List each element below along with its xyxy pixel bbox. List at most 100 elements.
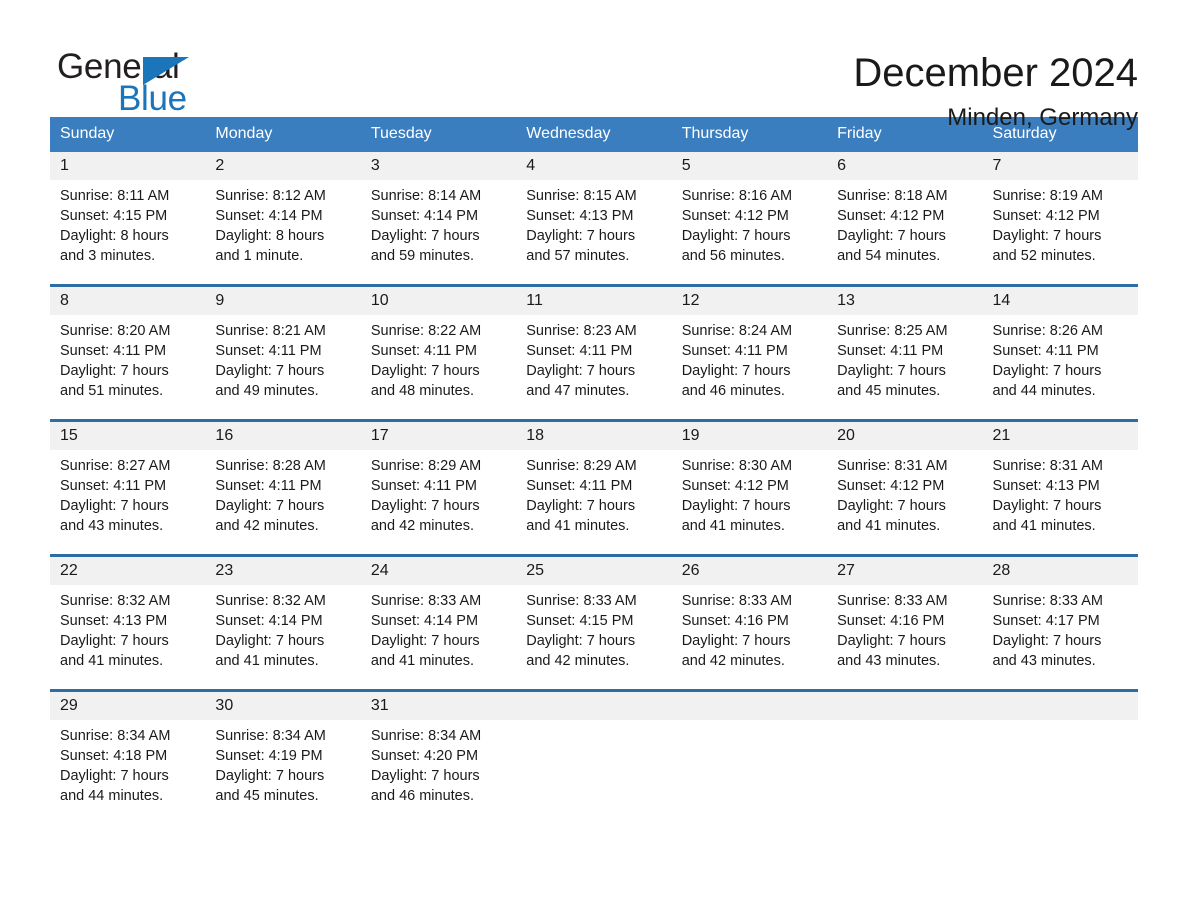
day-details: Sunrise: 8:11 AM Sunset: 4:15 PM Daylight:… bbox=[50, 180, 205, 266]
daylight-text-line2: and 41 minutes. bbox=[215, 653, 319, 669]
daylight-text-line2: and 41 minutes. bbox=[837, 518, 941, 534]
calendar-day-cell[interactable]: 12 Sunrise: 8:24 AM Sunset: 4:11 PM Dayligh… bbox=[671, 284, 828, 421]
sunset-text: Sunset: 4:15 PM bbox=[60, 208, 168, 224]
calendar-day-cell[interactable]: 14 Sunrise: 8:26 AM Sunset: 4:11 PM Dayligh… bbox=[982, 284, 1138, 421]
calendar-day-cell[interactable]: 13 Sunrise: 8:25 AM Sunset: 4:11 PM Dayligh… bbox=[827, 284, 983, 421]
calendar-day-cell[interactable]: 22 Sunrise: 8:32 AM Sunset: 4:13 PM Dayligh… bbox=[50, 554, 206, 691]
day-number: 28 bbox=[982, 557, 1138, 585]
calendar-week-row: 22 Sunrise: 8:32 AM Sunset: 4:13 PM Dayligh… bbox=[50, 554, 1138, 691]
calendar-day-cell[interactable]: 26 Sunrise: 8:33 AM Sunset: 4:16 PM Dayligh… bbox=[671, 554, 828, 691]
calendar-day-cell[interactable]: 20 Sunrise: 8:31 AM Sunset: 4:12 PM Dayligh… bbox=[827, 419, 983, 556]
day-details: Sunrise: 8:16 AM Sunset: 4:12 PM Daylight:… bbox=[672, 180, 827, 266]
daylight-text-line2: and 42 minutes. bbox=[215, 518, 319, 534]
day-number: 11 bbox=[516, 287, 672, 315]
calendar-day-cell[interactable]: 28 Sunrise: 8:33 AM Sunset: 4:17 PM Dayligh… bbox=[982, 554, 1138, 691]
daylight-text-line2: and 52 minutes. bbox=[992, 248, 1096, 264]
day-details: Sunrise: 8:31 AM Sunset: 4:13 PM Daylight:… bbox=[983, 450, 1138, 536]
sunset-text: Sunset: 4:20 PM bbox=[370, 748, 479, 764]
day-number bbox=[516, 692, 672, 720]
sunrise-text: Sunrise: 8:15 AM bbox=[526, 188, 637, 204]
calendar-day-cell[interactable]: 4 Sunrise: 8:15 AM Sunset: 4:13 PM Daylight… bbox=[516, 152, 672, 286]
day-details: Sunrise: 8:15 AM Sunset: 4:13 PM Daylight:… bbox=[516, 180, 671, 266]
calendar-day-cell[interactable]: 29 Sunrise: 8:34 AM Sunset: 4:18 PM Dayligh… bbox=[50, 689, 206, 824]
calendar-day-cell[interactable]: 8 Sunrise: 8:20 AM Sunset: 4:11 PM Daylight… bbox=[50, 284, 206, 421]
calendar-day-cell[interactable]: 24 Sunrise: 8:33 AM Sunset: 4:14 PM Dayligh… bbox=[360, 554, 517, 691]
calendar-day-cell[interactable]: 3 Sunrise: 8:14 AM Sunset: 4:14 PM Daylight… bbox=[360, 152, 517, 286]
sunrise-text: Sunrise: 8:33 AM bbox=[681, 593, 793, 609]
day-details: Sunrise: 8:27 AM Sunset: 4:11 PM Daylight:… bbox=[50, 450, 205, 536]
sunrise-text: Sunrise: 8:29 AM bbox=[370, 458, 482, 474]
daylight-text-line1: Daylight: 7 hours bbox=[370, 633, 480, 649]
sunset-text: Sunset: 4:12 PM bbox=[837, 478, 945, 494]
daylight-text-line2: and 42 minutes. bbox=[526, 653, 630, 669]
daylight-text-line1: Daylight: 8 hours bbox=[60, 228, 169, 244]
calendar-day-cell[interactable]: 17 Sunrise: 8:29 AM Sunset: 4:11 PM Dayligh… bbox=[360, 419, 517, 556]
day-details: Sunrise: 8:12 AM Sunset: 4:14 PM Daylight:… bbox=[205, 180, 360, 266]
sunset-text: Sunset: 4:11 PM bbox=[60, 343, 167, 359]
day-details: Sunrise: 8:32 AM Sunset: 4:13 PM Daylight:… bbox=[50, 585, 205, 671]
daylight-text-line2: and 46 minutes. bbox=[370, 788, 475, 804]
day-details: Sunrise: 8:33 AM Sunset: 4:17 PM Daylight:… bbox=[983, 585, 1138, 671]
calendar-day-cell[interactable]: 15 Sunrise: 8:27 AM Sunset: 4:11 PM Dayligh… bbox=[50, 419, 206, 556]
calendar-day-cell[interactable]: 30 Sunrise: 8:34 AM Sunset: 4:19 PM Dayligh… bbox=[205, 689, 361, 824]
daylight-text-line1: Daylight: 7 hours bbox=[681, 363, 791, 379]
calendar-day-cell[interactable]: 23 Sunrise: 8:32 AM Sunset: 4:14 PM Dayligh… bbox=[205, 554, 361, 691]
day-details: Sunrise: 8:23 AM Sunset: 4:11 PM Daylight:… bbox=[516, 315, 671, 401]
calendar-day-cell[interactable]: 1 Sunrise: 8:11 AM Sunset: 4:15 PM Daylight… bbox=[50, 152, 206, 286]
sunrise-text: Sunrise: 8:32 AM bbox=[60, 593, 171, 609]
sunset-text: Sunset: 4:12 PM bbox=[992, 208, 1100, 224]
calendar-day-cell[interactable]: 5 Sunrise: 8:16 AM Sunset: 4:12 PM Daylight… bbox=[671, 152, 828, 286]
calendar-day-cell[interactable]: 25 Sunrise: 8:33 AM Sunset: 4:15 PM Dayligh… bbox=[516, 554, 672, 691]
sunset-text: Sunset: 4:14 PM bbox=[215, 613, 323, 629]
calendar-day-cell-empty bbox=[671, 689, 828, 824]
sunset-text: Sunset: 4:11 PM bbox=[60, 478, 167, 494]
calendar-day-cell[interactable]: 11 Sunrise: 8:23 AM Sunset: 4:11 PM Dayligh… bbox=[516, 284, 672, 421]
daylight-text-line1: Daylight: 7 hours bbox=[370, 768, 480, 784]
daylight-text-line2: and 41 minutes. bbox=[60, 653, 164, 669]
generalblue-logo[interactable]: General Blue bbox=[50, 48, 240, 122]
calendar-day-cell[interactable]: 7 Sunrise: 8:19 AM Sunset: 4:12 PM Daylight… bbox=[982, 152, 1138, 286]
calendar-day-cell[interactable]: 19 Sunrise: 8:30 AM Sunset: 4:12 PM Dayligh… bbox=[671, 419, 828, 556]
daylight-text-line1: Daylight: 7 hours bbox=[992, 498, 1102, 514]
calendar-day-cell[interactable]: 18 Sunrise: 8:29 AM Sunset: 4:11 PM Dayligh… bbox=[516, 419, 672, 556]
sunset-text: Sunset: 4:11 PM bbox=[370, 478, 477, 494]
day-number bbox=[827, 692, 983, 720]
daylight-text-line2: and 56 minutes. bbox=[681, 248, 785, 264]
calendar-day-cell[interactable]: 27 Sunrise: 8:33 AM Sunset: 4:16 PM Dayligh… bbox=[827, 554, 983, 691]
day-details: Sunrise: 8:19 AM Sunset: 4:12 PM Daylight:… bbox=[983, 180, 1138, 266]
title-block: December 2024 Minden, Germany bbox=[853, 48, 1138, 134]
day-number: 1 bbox=[50, 152, 206, 180]
sunset-text: Sunset: 4:16 PM bbox=[681, 613, 789, 629]
sunrise-text: Sunrise: 8:34 AM bbox=[60, 728, 171, 744]
calendar-body: 1 Sunrise: 8:11 AM Sunset: 4:15 PM Daylight… bbox=[50, 152, 1138, 824]
day-details: Sunrise: 8:34 AM Sunset: 4:18 PM Daylight:… bbox=[50, 720, 205, 806]
sunrise-text: Sunrise: 8:34 AM bbox=[370, 728, 482, 744]
day-number: 14 bbox=[982, 287, 1138, 315]
sunrise-text: Sunrise: 8:33 AM bbox=[992, 593, 1103, 609]
day-number: 22 bbox=[50, 557, 206, 585]
calendar-day-cell[interactable]: 2 Sunrise: 8:12 AM Sunset: 4:14 PM Daylight… bbox=[205, 152, 361, 286]
calendar-day-cell[interactable]: 31 Sunrise: 8:34 AM Sunset: 4:20 PM Dayligh… bbox=[360, 689, 517, 824]
sunrise-text: Sunrise: 8:27 AM bbox=[60, 458, 171, 474]
calendar-day-cell[interactable]: 21 Sunrise: 8:31 AM Sunset: 4:13 PM Dayligh… bbox=[982, 419, 1138, 556]
calendar-day-cell[interactable]: 9 Sunrise: 8:21 AM Sunset: 4:11 PM Daylight… bbox=[205, 284, 361, 421]
daylight-text-line1: Daylight: 7 hours bbox=[992, 363, 1102, 379]
day-number bbox=[982, 692, 1138, 720]
day-number: 8 bbox=[50, 287, 206, 315]
sunset-text: Sunset: 4:14 PM bbox=[370, 208, 479, 224]
day-number: 2 bbox=[205, 152, 361, 180]
daylight-text-line2: and 43 minutes. bbox=[60, 518, 164, 534]
sunset-text: Sunset: 4:12 PM bbox=[837, 208, 945, 224]
calendar-day-cell[interactable]: 16 Sunrise: 8:28 AM Sunset: 4:11 PM Dayligh… bbox=[205, 419, 361, 556]
sunrise-text: Sunrise: 8:33 AM bbox=[837, 593, 948, 609]
day-details: Sunrise: 8:18 AM Sunset: 4:12 PM Daylight:… bbox=[827, 180, 982, 266]
weekday-header-wednesday: Wednesday bbox=[516, 117, 672, 152]
daylight-text-line2: and 43 minutes. bbox=[837, 653, 941, 669]
daylight-text-line1: Daylight: 7 hours bbox=[215, 633, 325, 649]
sunset-text: Sunset: 4:11 PM bbox=[526, 478, 633, 494]
sunset-text: Sunset: 4:18 PM bbox=[60, 748, 168, 764]
calendar-day-cell[interactable]: 10 Sunrise: 8:22 AM Sunset: 4:11 PM Dayligh… bbox=[360, 284, 517, 421]
calendar-day-cell[interactable]: 6 Sunrise: 8:18 AM Sunset: 4:12 PM Daylight… bbox=[827, 152, 983, 286]
sunrise-text: Sunrise: 8:18 AM bbox=[837, 188, 948, 204]
sunrise-text: Sunrise: 8:29 AM bbox=[526, 458, 637, 474]
